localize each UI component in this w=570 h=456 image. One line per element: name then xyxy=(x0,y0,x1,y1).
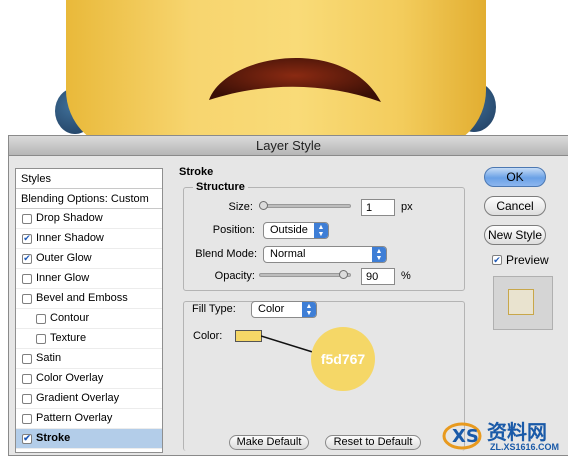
layer-style-dialog: Layer Style Styles Blending Options: Cus… xyxy=(8,135,568,456)
checkbox-outer-glow[interactable]: ✔ xyxy=(22,253,32,264)
style-item-label: Drop Shadow xyxy=(36,212,103,224)
size-slider-track[interactable] xyxy=(259,204,351,208)
style-item-stroke[interactable]: ✔ Stroke xyxy=(16,429,162,449)
opacity-unit: % xyxy=(401,270,411,282)
opacity-label: Opacity: xyxy=(214,270,255,282)
style-item-label: Satin xyxy=(36,352,62,364)
preview-toggle[interactable]: ✔ Preview xyxy=(492,253,549,267)
style-item-label: Outer Glow xyxy=(36,252,92,264)
fill-type-value: Color xyxy=(258,303,285,315)
watermark-url: ZL.XS1616.COM xyxy=(490,442,560,452)
artwork-background xyxy=(0,0,570,140)
position-select[interactable]: Outside ▲ ▼ xyxy=(263,222,329,239)
checkbox-inner-shadow[interactable]: ✔ xyxy=(22,233,32,244)
style-item-label: Inner Glow xyxy=(36,272,90,284)
style-item-label: Texture xyxy=(50,332,87,344)
style-item-drop-shadow[interactable]: Drop Shadow xyxy=(16,209,162,229)
watermark-text: 资料网 xyxy=(487,420,547,444)
color-label: Color: xyxy=(193,330,223,342)
style-item-pattern-overlay[interactable]: Pattern Overlay xyxy=(16,409,162,429)
new-style-button[interactable]: New Style xyxy=(484,225,546,245)
fill-type-label: Fill Type: xyxy=(189,303,245,315)
make-default-button[interactable]: Make Default xyxy=(229,435,309,450)
size-unit: px xyxy=(401,201,413,213)
style-item-inner-glow[interactable]: Inner Glow xyxy=(16,269,162,289)
cancel-button[interactable]: Cancel xyxy=(484,196,546,216)
checkbox-pattern-overlay[interactable] xyxy=(22,413,32,424)
style-item-label: Inner Shadow xyxy=(36,232,104,244)
style-item-label: Bevel and Emboss xyxy=(36,292,128,304)
checkbox-contour[interactable] xyxy=(36,313,46,324)
style-item-gradient-overlay[interactable]: Gradient Overlay xyxy=(16,389,162,409)
styles-header[interactable]: Styles xyxy=(16,169,162,189)
stroke-title: Stroke xyxy=(179,166,214,178)
size-label: Size: xyxy=(228,201,253,213)
style-item-label: Contour xyxy=(50,312,90,324)
opacity-input[interactable] xyxy=(361,268,395,285)
preview-swatch xyxy=(508,289,534,315)
checkbox-gradient-overlay[interactable] xyxy=(22,393,32,404)
size-input[interactable] xyxy=(361,199,395,216)
opacity-slider-thumb[interactable] xyxy=(339,270,348,279)
select-arrows-icon: ▲ ▼ xyxy=(302,302,316,317)
reset-to-default-button[interactable]: Reset to Default xyxy=(325,435,421,450)
checkbox-satin[interactable] xyxy=(22,353,32,364)
structure-title: Structure xyxy=(193,181,248,193)
style-item-label: Color Overlay xyxy=(36,372,104,384)
dialog-title: Layer Style xyxy=(9,136,568,156)
select-arrows-icon: ▲ ▼ xyxy=(372,247,386,262)
position-label: Position: xyxy=(212,224,255,236)
blend-mode-label: Blend Mode: xyxy=(195,248,257,260)
fill-type-select[interactable]: Color ▲ ▼ xyxy=(251,301,317,318)
checkbox-inner-glow[interactable] xyxy=(22,273,32,284)
preview-thumbnail xyxy=(493,276,553,330)
style-item-color-overlay[interactable]: Color Overlay xyxy=(16,369,162,389)
blend-mode-select[interactable]: Normal ▲ ▼ xyxy=(263,246,387,263)
mouth-shape xyxy=(209,57,381,102)
checkbox-bevel-emboss[interactable] xyxy=(22,293,32,304)
checkbox-drop-shadow[interactable] xyxy=(22,213,32,224)
position-value: Outside xyxy=(270,224,308,236)
blending-options-item[interactable]: Blending Options: Custom xyxy=(16,189,162,209)
svg-text:XS: XS xyxy=(452,426,479,447)
style-item-outer-glow[interactable]: ✔ Outer Glow xyxy=(16,249,162,269)
style-item-contour[interactable]: Contour xyxy=(16,309,162,329)
preview-label: Preview xyxy=(506,253,549,267)
color-swatch[interactable] xyxy=(235,330,262,342)
opacity-slider-track[interactable] xyxy=(259,273,351,277)
style-item-inner-shadow[interactable]: ✔ Inner Shadow xyxy=(16,229,162,249)
select-arrows-icon: ▲ ▼ xyxy=(314,223,328,238)
style-item-label: Gradient Overlay xyxy=(36,392,120,404)
blend-mode-value: Normal xyxy=(270,248,306,260)
stroke-panel: Stroke Structure Size: px Position: Outs… xyxy=(179,166,471,451)
preview-checkbox[interactable]: ✔ xyxy=(492,255,502,265)
checkbox-stroke[interactable]: ✔ xyxy=(22,433,32,444)
style-item-texture[interactable]: Texture xyxy=(16,329,162,349)
styles-list: Styles Blending Options: Custom Drop Sha… xyxy=(15,168,163,453)
style-item-label: Pattern Overlay xyxy=(36,412,113,424)
style-item-bevel-emboss[interactable]: Bevel and Emboss xyxy=(16,289,162,309)
style-item-label: Stroke xyxy=(36,432,71,444)
style-item-satin[interactable]: Satin xyxy=(16,349,162,369)
ok-button[interactable]: OK xyxy=(484,167,546,187)
checkbox-color-overlay[interactable] xyxy=(22,373,32,384)
checkbox-texture[interactable] xyxy=(36,333,46,344)
color-hex-callout: f5d767 xyxy=(311,327,375,391)
size-slider-thumb[interactable] xyxy=(259,201,268,210)
